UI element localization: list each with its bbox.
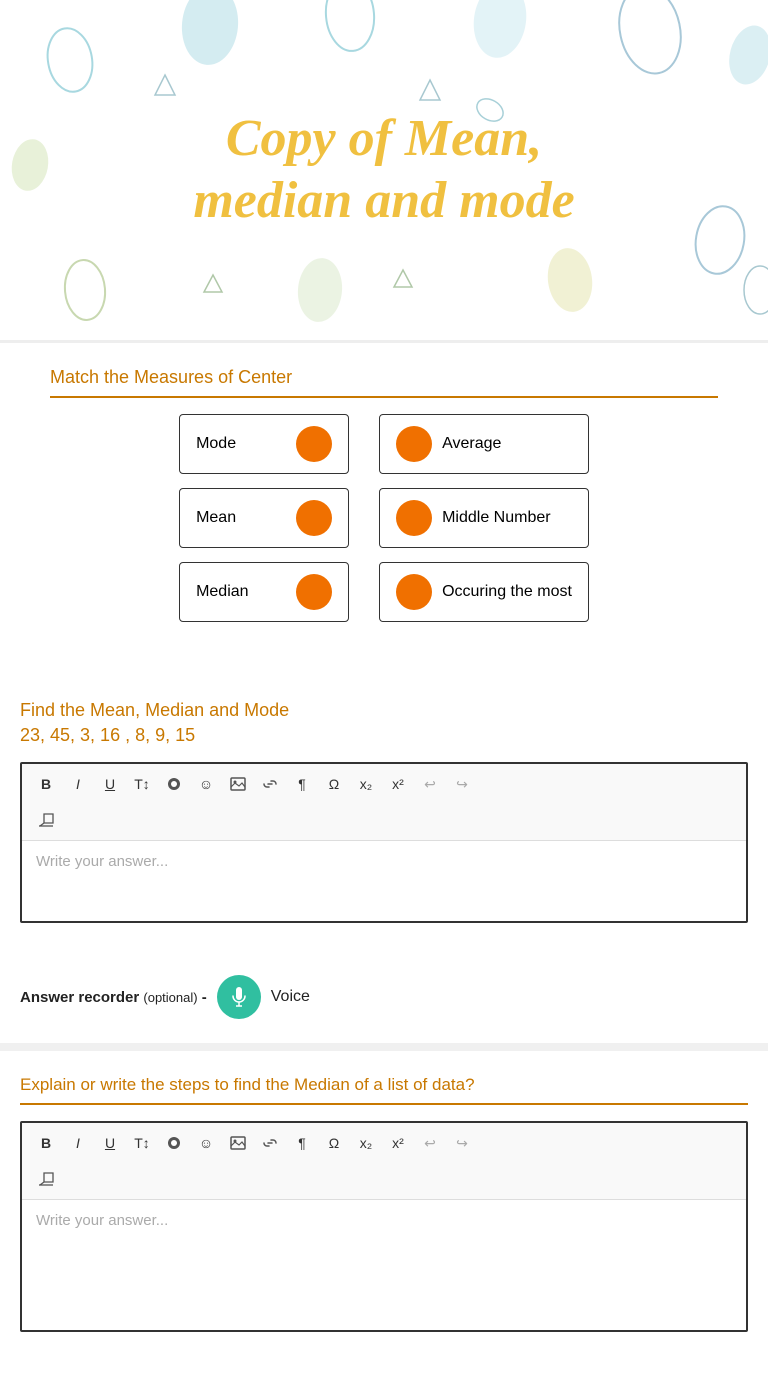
match-item-average[interactable]: Average [379, 414, 589, 474]
explain-toolbar-emoji[interactable]: ☺ [192, 1129, 220, 1157]
recorder-label: Answer recorder (optional) - [20, 989, 207, 1006]
toolbar-italic[interactable]: I [64, 770, 92, 798]
match-dot-occurring[interactable] [396, 574, 432, 610]
toolbar-paragraph[interactable]: ¶ [288, 770, 316, 798]
toolbar-textsize[interactable]: T↕ [128, 770, 156, 798]
find-title: Find the Mean, Median and Mode [20, 700, 748, 721]
explain-toolbar: B I U T↕ ☺ ¶ Ω x₂ x² ↩ ↪ [22, 1123, 746, 1200]
toolbar-image[interactable] [224, 770, 252, 798]
match-label-middle: Middle Number [442, 509, 550, 527]
recorder-row: Answer recorder (optional) - Voice [0, 975, 768, 1019]
toolbar-bold[interactable]: B [32, 770, 60, 798]
explain-toolbar-undo[interactable]: ↩ [416, 1129, 444, 1157]
explain-editor-box: B I U T↕ ☺ ¶ Ω x₂ x² ↩ ↪ [20, 1121, 748, 1332]
find-answer-area[interactable]: Write your answer... [22, 841, 746, 921]
toolbar-subscript[interactable]: x₂ [352, 770, 380, 798]
explain-toolbar-omega[interactable]: Ω [320, 1129, 348, 1157]
match-left-col: Mode Mean Median [179, 414, 349, 622]
match-grid: Mode Mean Median Average Middle Number [50, 414, 718, 622]
explain-toolbar-image[interactable] [224, 1129, 252, 1157]
toolbar-emoji[interactable]: ☺ [192, 770, 220, 798]
find-section: Find the Mean, Median and Mode 23, 45, 3… [0, 676, 768, 959]
explain-title: Explain or write the steps to find the M… [20, 1075, 748, 1105]
match-right-col: Average Middle Number Occuring the most [379, 414, 589, 622]
hero-section: Copy of Mean, median and mode [0, 0, 768, 340]
toolbar-link[interactable] [256, 770, 284, 798]
match-section-title: Match the Measures of Center [50, 367, 718, 398]
match-item-middle[interactable]: Middle Number [379, 488, 589, 548]
match-label-mean: Mean [196, 509, 236, 527]
match-label-mode: Mode [196, 435, 236, 453]
explain-answer-area[interactable]: Write your answer... [22, 1200, 746, 1330]
find-toolbar: B I U T↕ ☺ ¶ Ω x₂ x² ↩ ↪ [22, 764, 746, 841]
explain-toolbar-link[interactable] [256, 1129, 284, 1157]
toolbar-redo[interactable]: ↪ [448, 770, 476, 798]
toolbar-superscript[interactable]: x² [384, 770, 412, 798]
explain-toolbar-color[interactable] [160, 1129, 188, 1157]
explain-placeholder: Write your answer... [36, 1212, 168, 1229]
recorder-optional: (optional) [143, 990, 197, 1005]
explain-toolbar-bold[interactable]: B [32, 1129, 60, 1157]
toolbar-color[interactable] [160, 770, 188, 798]
match-item-occurring[interactable]: Occuring the most [379, 562, 589, 622]
match-item-mean[interactable]: Mean [179, 488, 349, 548]
match-item-mode[interactable]: Mode [179, 414, 349, 474]
explain-section: Explain or write the steps to find the M… [0, 1043, 768, 1368]
match-dot-average[interactable] [396, 426, 432, 462]
explain-toolbar-paragraph[interactable]: ¶ [288, 1129, 316, 1157]
match-dot-mode[interactable] [296, 426, 332, 462]
find-placeholder: Write your answer... [36, 853, 168, 870]
explain-toolbar-textsize[interactable]: T↕ [128, 1129, 156, 1157]
recorder-button[interactable] [217, 975, 261, 1019]
match-item-median[interactable]: Median [179, 562, 349, 622]
find-numbers: 23, 45, 3, 16 , 8, 9, 15 [20, 725, 748, 746]
recorder-voice-label: Voice [271, 988, 310, 1006]
explain-toolbar-superscript[interactable]: x² [384, 1129, 412, 1157]
toolbar-underline[interactable]: U [96, 770, 124, 798]
explain-toolbar-erase[interactable] [32, 1165, 60, 1193]
explain-toolbar-underline[interactable]: U [96, 1129, 124, 1157]
match-dot-middle[interactable] [396, 500, 432, 536]
match-label-average: Average [442, 435, 501, 453]
toolbar-undo[interactable]: ↩ [416, 770, 444, 798]
match-dot-mean[interactable] [296, 500, 332, 536]
toolbar-omega[interactable]: Ω [320, 770, 348, 798]
match-section: Match the Measures of Center Mode Mean M… [0, 340, 768, 652]
explain-toolbar-subscript[interactable]: x₂ [352, 1129, 380, 1157]
toolbar-erase[interactable] [32, 806, 60, 834]
match-dot-median[interactable] [296, 574, 332, 610]
find-editor-box: B I U T↕ ☺ ¶ Ω x₂ x² ↩ ↪ [20, 762, 748, 923]
match-label-occurring: Occuring the most [442, 583, 572, 601]
explain-toolbar-redo[interactable]: ↪ [448, 1129, 476, 1157]
explain-toolbar-italic[interactable]: I [64, 1129, 92, 1157]
match-label-median: Median [196, 583, 248, 601]
page-title: Copy of Mean, median and mode [193, 108, 574, 233]
